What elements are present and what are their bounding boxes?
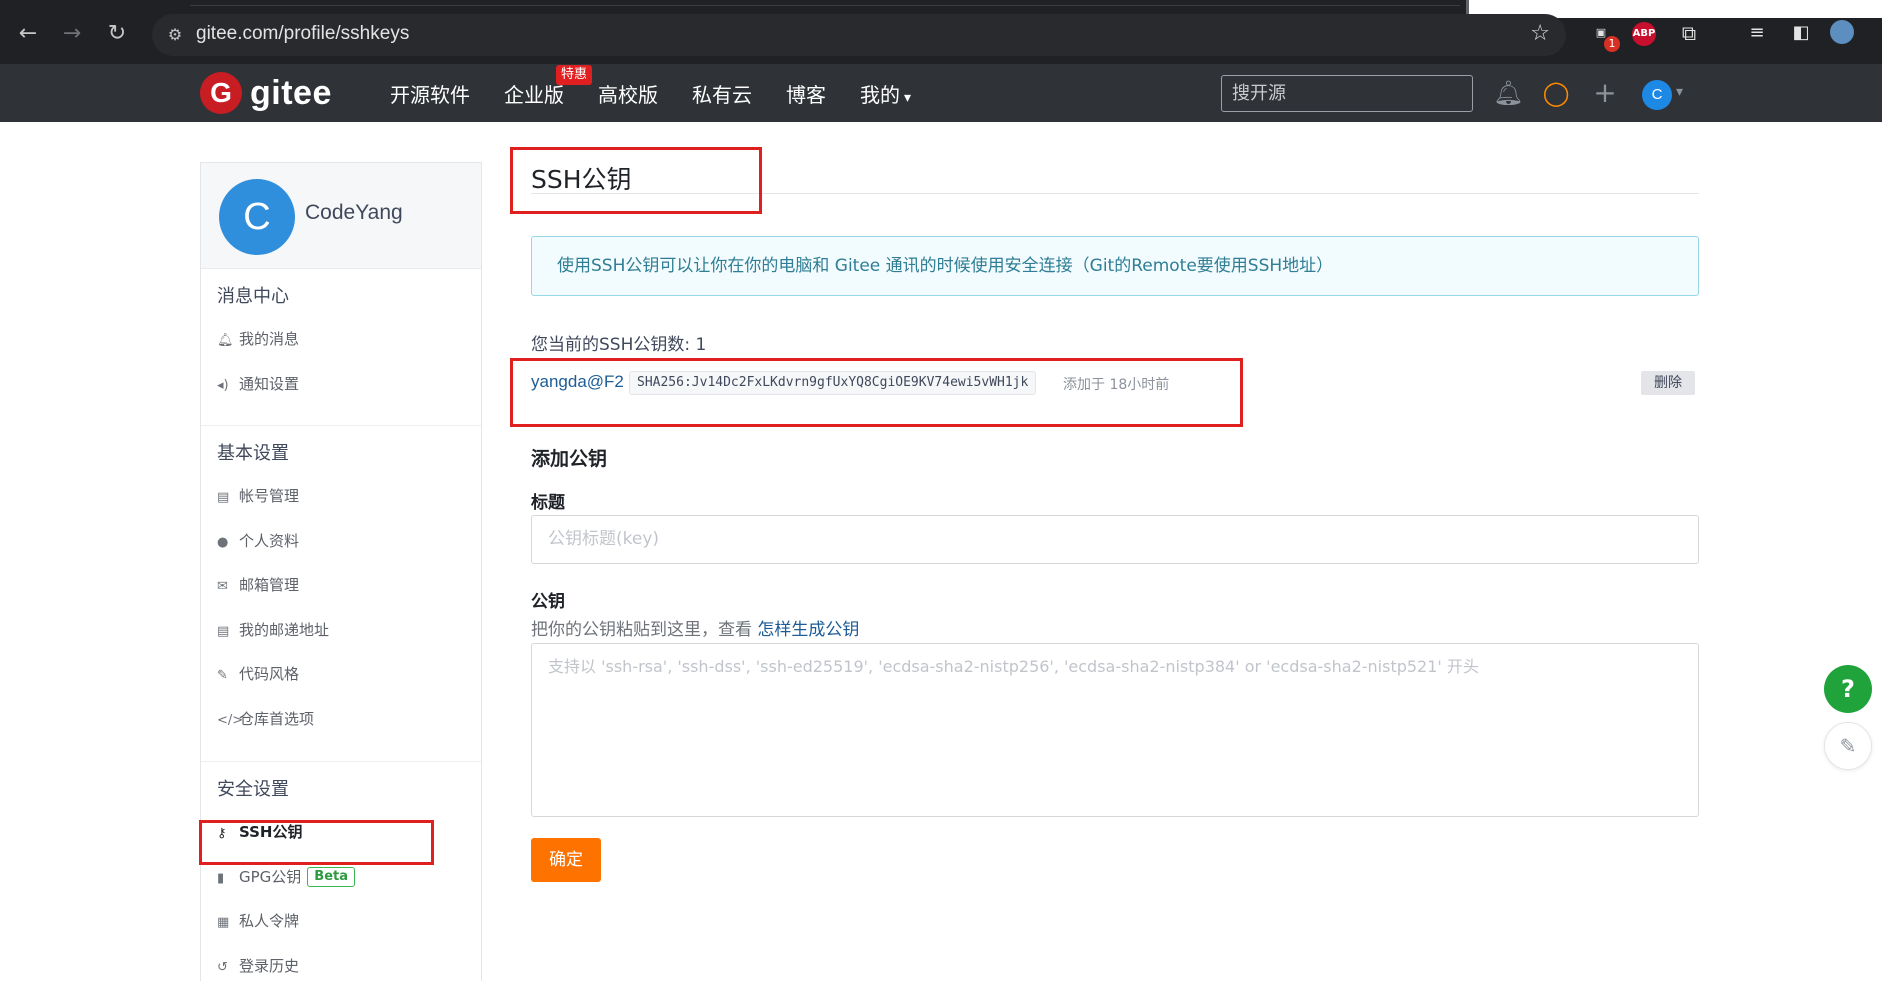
how-to-generate-key-link[interactable]: 怎样生成公钥 — [757, 620, 859, 640]
sidebar-item-code-style[interactable]: ✎ 代码风格 — [201, 652, 481, 697]
notification-bell-icon[interactable]: 🔔︎ — [1493, 78, 1523, 108]
add-key-heading: 添加公钥 — [531, 448, 608, 470]
id-card-icon: ▤ — [217, 490, 230, 505]
sidebar-item-label: 我的邮递地址 — [239, 620, 330, 639]
history-icon: ↺ — [217, 959, 228, 975]
gitee-logo-text: gitee — [250, 73, 332, 112]
nav-enterprise-label: 企业版 — [504, 82, 564, 107]
address-card-icon: ▤ — [217, 623, 230, 639]
address-bar[interactable]: ⚙ gitee.com/profile/sshkeys ☆ — [152, 14, 1566, 56]
submit-button[interactable]: 确定 — [531, 838, 601, 882]
lightbulb-icon[interactable]: ◯ — [1541, 78, 1571, 108]
highlight-box-title — [510, 147, 762, 214]
sidebar-item-label: 仓库首选项 — [239, 709, 315, 728]
title-label: 标题 — [531, 493, 565, 513]
top-navigation: 开源软件 企业版 特惠 高校版 私有云 博客 我的 — [390, 64, 945, 122]
nav-blog[interactable]: 博客 — [786, 79, 826, 108]
sidebar-item-login-history[interactable]: ↺ 登录历史 — [201, 944, 481, 981]
brush-icon: ✎ — [217, 668, 228, 683]
speaker-icon: ◂) — [217, 377, 229, 393]
extensions-puzzle-icon[interactable]: ⧉ — [1676, 20, 1702, 46]
sidebar-item-label: 通知设置 — [239, 374, 300, 393]
site-header: G gitee 开源软件 企业版特惠 高校版 私有云 博客 我的 搜开源 🔔︎ … — [0, 64, 1882, 122]
sidebar-section-security: 安全设置 ⚷ SSH公钥 ▮ GPG公钥 Beta ▦ 私人令牌 ↺ 登录历史 — [201, 762, 481, 981]
sidebar-item-account[interactable]: ▤ 帐号管理 — [201, 474, 481, 519]
avatar[interactable]: C — [219, 179, 295, 255]
chevron-down-icon[interactable]: ▾ — [1676, 84, 1683, 100]
section-title: 基本设置 — [217, 443, 289, 464]
sidebar-section-messages: 消息中心 🔔︎ 我的消息 ◂) 通知设置 — [201, 269, 481, 426]
adblock-plus-icon[interactable]: ABP — [1632, 22, 1656, 46]
info-message: 使用SSH公钥可以让你在你的电脑和 Gitee 通讯的时候使用安全连接（Git的… — [531, 236, 1699, 296]
nav-education[interactable]: 高校版 — [598, 79, 658, 108]
plus-icon[interactable]: + — [1590, 78, 1620, 108]
extension-badge: 1 — [1604, 36, 1620, 52]
nav-mine-dropdown[interactable]: 我的 — [860, 79, 911, 108]
promo-badge: 特惠 — [556, 64, 593, 85]
username[interactable]: CodeYang — [305, 201, 403, 225]
sidebar-item-repo-preferences[interactable]: </>仓库首选项 — [201, 697, 481, 742]
sidebar-item-email[interactable]: ✉ 邮箱管理 — [201, 563, 481, 608]
sidebar-item-label: 帐号管理 — [239, 487, 300, 505]
user-avatar[interactable]: C — [1642, 80, 1672, 110]
side-panel-icon[interactable]: ◧ — [1788, 20, 1814, 46]
highlight-box-key — [510, 358, 1243, 427]
sidebar-section-basic: 基本设置 ▤ 帐号管理 ● 个人资料 ✉ 邮箱管理 ▤ 我的邮递地址 ✎ 代码风格 </>… — [201, 426, 481, 762]
sidebar-item-notification-settings[interactable]: ◂) 通知设置 — [201, 362, 481, 407]
help-button[interactable]: ? — [1824, 665, 1872, 713]
token-icon: ▦ — [217, 915, 230, 930]
browser-toolbar: ← → ↻ ⚙ gitee.com/profile/sshkeys ☆ ▣ 1 A… — [0, 0, 1882, 64]
tab-strip — [190, 0, 1460, 6]
user-icon: ● — [217, 534, 229, 550]
profile-card: C CodeYang — [201, 163, 481, 269]
forward-arrow-icon[interactable]: → — [58, 20, 86, 48]
section-title: 消息中心 — [217, 286, 289, 307]
highlight-box-sidebar — [199, 820, 434, 865]
bookmark-star-icon[interactable]: ☆ — [1530, 21, 1550, 46]
sidebar-item-label: 邮箱管理 — [239, 576, 300, 594]
nav-enterprise[interactable]: 企业版 特惠 — [504, 64, 593, 108]
public-key-textarea[interactable]: 支持以 'ssh-rsa', 'ssh-dss', 'ssh-ed25519',… — [531, 643, 1699, 817]
url-text[interactable]: gitee.com/profile/sshkeys — [196, 23, 409, 45]
key-label: 公钥 — [531, 592, 565, 612]
beta-badge: Beta — [307, 867, 356, 887]
section-title: 安全设置 — [217, 779, 289, 800]
sidebar-item-my-messages[interactable]: 🔔︎ 我的消息 — [201, 317, 481, 362]
sidebar-item-access-tokens[interactable]: ▦ 私人令牌 — [201, 899, 481, 944]
key-title-input[interactable]: 公钥标题(key) — [531, 515, 1699, 564]
gitee-logo[interactable]: G gitee — [200, 71, 332, 115]
key-hint-text: 把你的公钥粘贴到这里，查看 — [531, 620, 758, 640]
envelope-icon: ✉ — [217, 579, 228, 594]
delete-key-button[interactable]: 删除 — [1641, 371, 1695, 395]
sidebar-item-mailing-address[interactable]: ▤ 我的邮递地址 — [201, 608, 481, 653]
nav-open-source[interactable]: 开源软件 — [390, 79, 470, 108]
search-input[interactable]: 搜开源 — [1221, 75, 1473, 112]
reload-icon[interactable]: ↻ — [103, 20, 131, 48]
sidebar-item-label: GPG公钥 — [239, 867, 302, 886]
gitee-logo-icon: G — [200, 72, 242, 114]
code-icon: </> — [217, 712, 244, 728]
sidebar-item-label: 个人资料 — [239, 531, 300, 550]
back-arrow-icon[interactable]: ← — [14, 20, 42, 48]
sidebar-item-label: 我的消息 — [239, 330, 300, 348]
site-settings-icon[interactable]: ⚙ — [164, 24, 186, 46]
profile-avatar-icon[interactable] — [1830, 20, 1854, 44]
reading-list-icon[interactable]: ≡ — [1744, 20, 1770, 46]
nav-private-cloud[interactable]: 私有云 — [692, 79, 752, 108]
sidebar-item-label: 私人令牌 — [239, 912, 300, 930]
extension-icon[interactable]: ▣ 1 — [1588, 20, 1620, 52]
sidebar-item-label: 代码风格 — [239, 665, 300, 683]
ssh-key-count: 您当前的SSH公钥数: 1 — [531, 335, 707, 355]
bell-icon: 🔔︎ — [217, 333, 234, 348]
sidebar-item-label: 登录历史 — [239, 956, 300, 975]
feedback-edit-icon[interactable]: ✎ — [1824, 722, 1872, 770]
key-hint: 把你的公钥粘贴到这里，查看 怎样生成公钥 — [531, 615, 859, 640]
sidebar-item-profile[interactable]: ● 个人资料 — [201, 519, 481, 564]
